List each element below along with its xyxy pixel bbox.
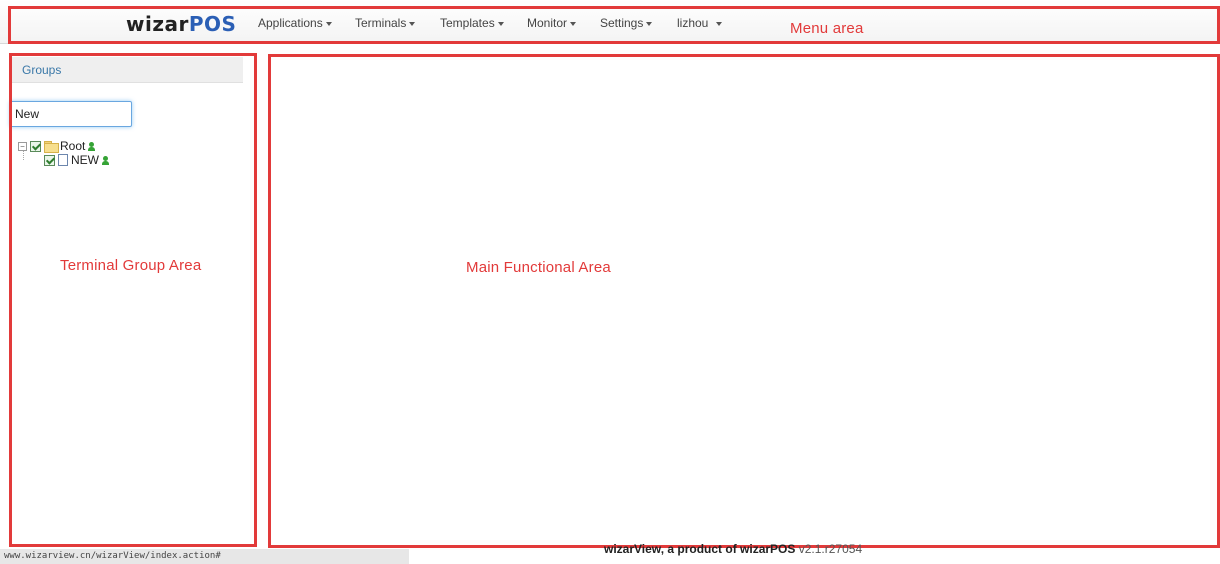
footer-version: v2.1.r27054: [798, 542, 863, 556]
terminal-group-area-annotation-box: [9, 53, 257, 547]
footer-product: wizarView, a product of wizarPOS: [604, 542, 796, 556]
terminal-group-area-label: Terminal Group Area: [60, 257, 202, 274]
main-functional-area: [271, 57, 1217, 545]
status-bar-url: www.wizarview.cn/wizarView/index.action#: [0, 549, 409, 564]
menu-area-label: Menu area: [790, 20, 864, 37]
footer-credit: wizarView, a product of wizarPOS v2.1.r2…: [604, 542, 862, 556]
menu-area-annotation-box: [8, 6, 1220, 44]
